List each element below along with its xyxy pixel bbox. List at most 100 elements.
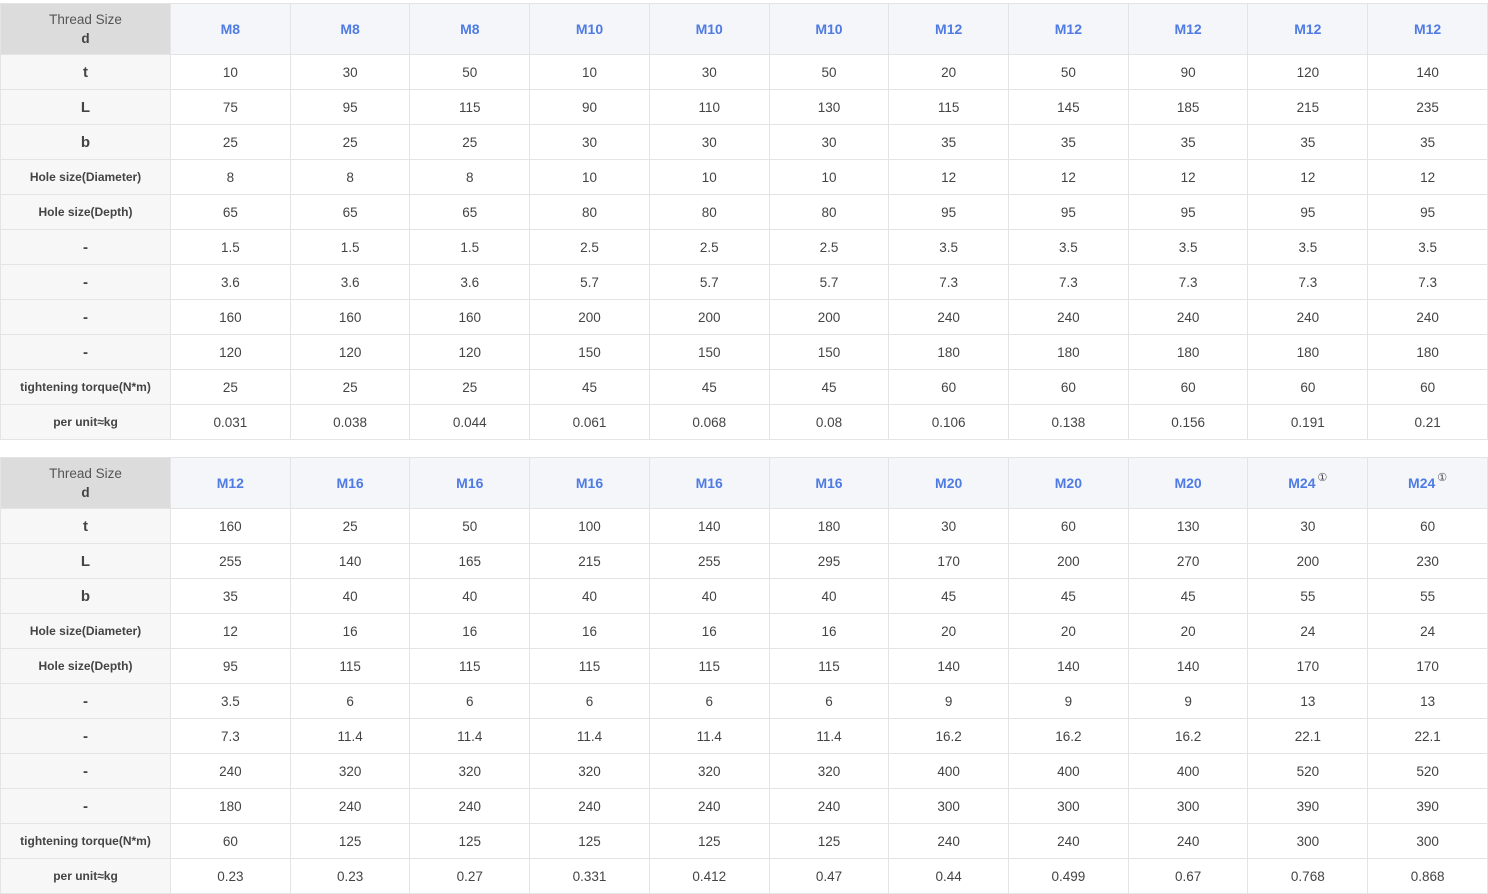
table-cell: 30	[768, 124, 890, 160]
table-cell: 95	[1247, 194, 1369, 230]
table-cell: 12	[1008, 159, 1129, 195]
table-cell: 140	[1127, 648, 1249, 684]
table-cell: 3.6	[170, 264, 291, 300]
column-header-label: M24	[1408, 475, 1436, 491]
table-cell: 0.191	[1247, 404, 1369, 440]
row-label: L	[0, 89, 171, 125]
column-header: M16	[409, 457, 531, 509]
thread-size-label: Thread Size	[49, 466, 122, 481]
table-row: -1.5 1.5 1.5 2.5 2.5 2.5 3.5 3.5 3.5 3.5 3.5	[0, 229, 1488, 265]
table-cell: 2.5	[768, 229, 890, 265]
table-cell: 125	[289, 823, 411, 859]
table-cell: 115	[409, 89, 531, 125]
table-cell: 0.67	[1127, 858, 1249, 894]
table-cell: 24	[1367, 613, 1488, 649]
table-cell: 50	[768, 54, 890, 90]
table-cell: 16	[768, 613, 890, 649]
table-cell: 125	[529, 823, 650, 859]
table-cell: 0.47	[768, 858, 890, 894]
table-cell: 6	[409, 683, 531, 719]
table-cell: 65	[409, 194, 531, 230]
table-cell: 0.038	[289, 404, 411, 440]
table-cell: 240	[768, 788, 890, 824]
table-cell: 270	[1127, 543, 1249, 579]
table-cell: 0.27	[409, 858, 531, 894]
table-cell: 170	[888, 543, 1010, 579]
table-cell: 95	[289, 89, 411, 125]
table-cell: 5.7	[648, 264, 770, 300]
column-header-label: M10	[815, 21, 843, 37]
table-cell: 45	[1127, 578, 1249, 614]
table-cell: 0.21	[1367, 404, 1488, 440]
table-cell: 60	[1367, 369, 1488, 405]
table-cell: 240	[170, 753, 291, 789]
table-cell: 35	[170, 578, 291, 614]
column-header: M24 ①	[1247, 457, 1369, 509]
table-cell: 300	[1008, 788, 1129, 824]
column-header: M12	[1367, 3, 1488, 55]
column-header: M20	[888, 457, 1010, 509]
table-row: Hole size(Diameter) 8 8 8 10 10 10 12 12 12 12 12	[0, 159, 1488, 195]
row-label: L	[0, 543, 171, 579]
table-cell: 35	[1127, 124, 1249, 160]
row-label: per unit≈kg	[0, 858, 171, 894]
table-cell: 115	[289, 648, 411, 684]
column-header-label: M20	[1054, 475, 1082, 491]
row-label: tightening torque(N*m)	[0, 823, 171, 859]
column-header-label: M16	[815, 475, 843, 491]
table-cell: 300	[1127, 788, 1249, 824]
table-cell: 150	[768, 334, 890, 370]
table-cell: 16	[409, 613, 531, 649]
header-row: Thread Size d M8 M8 M8 M10 M10 M10 M12 M12 M12 M12 M…	[0, 3, 1488, 55]
table-cell: 60	[170, 823, 291, 859]
table-cell: 0.412	[648, 858, 770, 894]
table-cell: 3.5	[1008, 229, 1129, 265]
column-header: M8	[170, 3, 291, 55]
table-cell: 20	[888, 613, 1010, 649]
table-cell: 130	[768, 89, 890, 125]
table-cell: 115	[409, 648, 531, 684]
table-cell: 295	[768, 543, 890, 579]
table-cell: 180	[170, 788, 291, 824]
table-cell: 255	[170, 543, 291, 579]
table-cell: 11.4	[648, 718, 770, 754]
row-label: Hole size(Depth)	[0, 194, 171, 230]
table-cell: 30	[289, 54, 411, 90]
table-cell: 120	[170, 334, 291, 370]
table-row: L 75 95 115 90 110 130 115 145 185 215 235	[0, 89, 1488, 125]
column-header: M16	[529, 457, 650, 509]
table-cell: 16	[289, 613, 411, 649]
column-header-note: ①	[1317, 472, 1328, 484]
table-cell: 90	[1127, 54, 1249, 90]
table-cell: 20	[1008, 613, 1129, 649]
table-cell: 320	[289, 753, 411, 789]
table-cell: 55	[1367, 578, 1488, 614]
column-header: M10	[529, 3, 650, 55]
table-cell: 95	[1127, 194, 1249, 230]
table-cell: 115	[888, 89, 1010, 125]
table-cell: 55	[1247, 578, 1369, 614]
column-header-label: M12	[1174, 21, 1202, 37]
table-cell: 10	[768, 159, 890, 195]
table-cell: 215	[1247, 89, 1369, 125]
table-cell: 100	[529, 508, 650, 544]
row-label: Hole size(Depth)	[0, 648, 171, 684]
table-cell: 115	[648, 648, 770, 684]
table-row: tightening torque(N*m) 60 125 125 125 125 125 2…	[0, 823, 1488, 859]
table-cell: 0.23	[170, 858, 291, 894]
column-header-label: M8	[340, 21, 360, 37]
table-cell: 160	[409, 299, 531, 335]
table-cell: 3.5	[170, 683, 291, 719]
table-cell: 320	[529, 753, 650, 789]
table-cell: 125	[648, 823, 770, 859]
table-cell: 0.031	[170, 404, 291, 440]
row-label: -	[0, 683, 171, 719]
table-cell: 3.6	[409, 264, 531, 300]
table-cell: 145	[1008, 89, 1129, 125]
table-cell: 95	[170, 648, 291, 684]
column-header: M20	[1008, 457, 1129, 509]
table-cell: 0.156	[1127, 404, 1249, 440]
table-cell: 300	[1247, 823, 1369, 859]
table-cell: 22.1	[1247, 718, 1369, 754]
table-cell: 20	[1127, 613, 1249, 649]
